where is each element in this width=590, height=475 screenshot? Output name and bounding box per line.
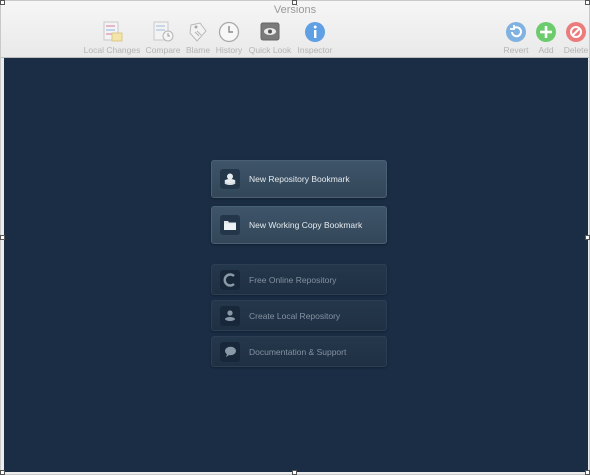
folder-icon xyxy=(220,215,240,235)
welcome-panel: New Repository Bookmark New Working Copy… xyxy=(4,58,588,472)
online-repository-icon xyxy=(220,269,240,290)
create-local-repository-label: Create Local Repository xyxy=(249,310,341,321)
resize-handle-top-left[interactable] xyxy=(0,0,5,5)
free-online-repository-button[interactable]: Free Online Repository xyxy=(211,264,387,295)
free-online-repository-label: Free Online Repository xyxy=(249,274,337,285)
resize-handle-bottom-right[interactable] xyxy=(585,470,590,475)
speech-bubble-icon xyxy=(220,341,240,362)
documentation-support-button[interactable]: Documentation & Support xyxy=(211,336,387,367)
documentation-support-label: Documentation & Support xyxy=(249,346,347,357)
inspector-icon xyxy=(305,22,325,42)
quick-look-icon xyxy=(260,22,280,41)
versions-window: Versions Local Changes Compare Blame His… xyxy=(0,0,590,475)
resize-handle-bottom-left[interactable] xyxy=(0,470,5,475)
new-repository-bookmark-label: New Repository Bookmark xyxy=(249,174,350,184)
resize-handle-top[interactable] xyxy=(292,0,297,5)
local-repository-icon xyxy=(220,305,240,326)
resize-handle-top-right[interactable] xyxy=(585,0,590,5)
resize-handle-right[interactable] xyxy=(585,235,590,240)
new-working-copy-bookmark-label: New Working Copy Bookmark xyxy=(249,220,363,230)
toolbar: Versions Local Changes Compare Blame His… xyxy=(1,1,589,58)
toolbar-delete-label: Delete xyxy=(563,45,589,55)
history-icon xyxy=(218,21,240,43)
new-repository-bookmark-button[interactable]: New Repository Bookmark xyxy=(211,160,387,198)
repository-icon xyxy=(220,169,240,189)
toolbar-inspector-button[interactable]: Inspector xyxy=(285,21,345,55)
resize-handle-bottom[interactable] xyxy=(292,470,297,475)
resize-handle-left[interactable] xyxy=(0,235,5,240)
delete-icon xyxy=(566,22,586,42)
local-changes-icon xyxy=(103,21,123,42)
window-title: Versions xyxy=(273,4,317,16)
toolbar-inspector-label: Inspector xyxy=(297,45,333,55)
toolbar-delete-button[interactable]: Delete xyxy=(546,21,590,55)
new-working-copy-bookmark-button[interactable]: New Working Copy Bookmark xyxy=(211,206,387,244)
create-local-repository-button[interactable]: Create Local Repository xyxy=(211,300,387,331)
